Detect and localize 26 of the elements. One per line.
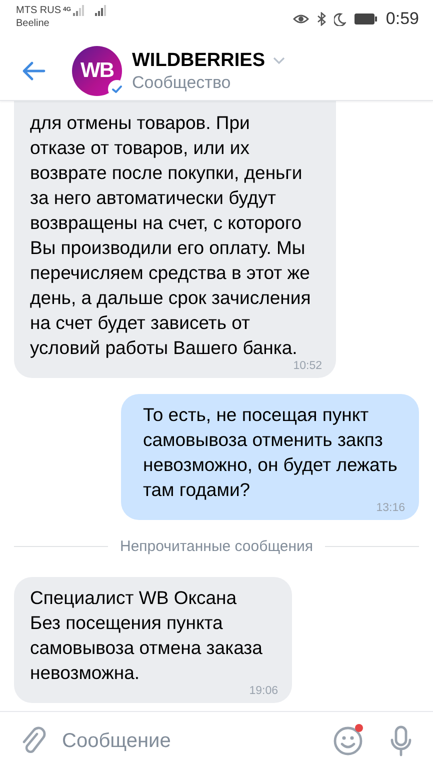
chat-subtitle: Сообщество [132, 72, 232, 92]
moon-icon [334, 12, 346, 26]
avatar[interactable]: WB [72, 46, 122, 96]
message-field[interactable]: Сообщение [60, 728, 319, 754]
carrier-name: MTS RUS [16, 4, 61, 17]
chevron-icon[interactable] [273, 56, 285, 64]
message-time: 13:16 [376, 502, 405, 514]
message-text: То есть, не посещая пункт самовывоза отменить закпз невозможно, он будет лежать там годами? [143, 403, 398, 502]
message-text: для отмены товаров. При отказе от товаров, или их возврате после покупки, деньги за него автоматически будут возвращены на счет, с которого Вы производили его оплату. Мы перечисляем средства в этот же день, а дальше срок зачисления на счет будет зависеть от условий работы Вашего банка. [30, 111, 312, 360]
signal-icon [73, 5, 86, 16]
unread-divider-label: Непрочитанные сообщения [120, 538, 313, 555]
smiley-icon [333, 726, 363, 756]
carrier-name: Beeline [16, 17, 50, 30]
bluetooth-icon [316, 12, 326, 26]
clock-time: 0:59 [386, 9, 419, 29]
eye-icon [292, 13, 309, 25]
paperclip-icon[interactable] [20, 726, 46, 756]
emoji-button[interactable] [333, 726, 363, 756]
message-time: 10:52 [293, 360, 322, 372]
battery-icon [354, 13, 378, 25]
chat-title[interactable]: WILDBERRIES [132, 50, 265, 72]
back-icon[interactable] [22, 61, 46, 81]
message-text: Специалист WB Оксана Без посещения пункта самовывоза отмена заказа невозможна. [30, 586, 264, 685]
signal-icon [95, 5, 108, 16]
microphone-icon[interactable] [389, 725, 413, 757]
message-time: 19:06 [249, 685, 278, 697]
